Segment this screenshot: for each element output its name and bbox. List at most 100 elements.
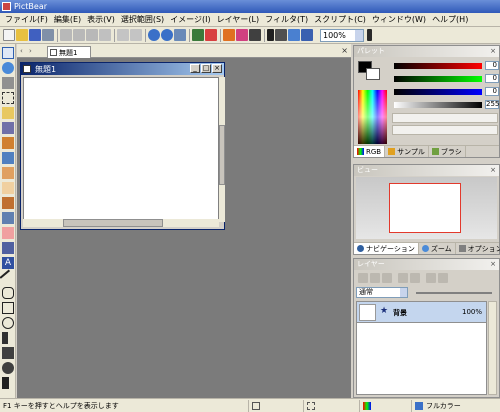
blue-value[interactable]: 0 [485, 87, 499, 96]
layout-a-icon[interactable] [267, 29, 274, 41]
curve-tool-icon[interactable] [2, 287, 14, 299]
layout-b-icon[interactable] [275, 29, 287, 41]
close-panel-icon[interactable]: × [490, 259, 496, 270]
save-icon[interactable] [29, 29, 41, 41]
tab-sample[interactable]: サンプル [385, 146, 429, 157]
menu-file[interactable]: ファイル(F) [2, 14, 51, 25]
blend-mode-select[interactable]: 通常 [356, 287, 408, 298]
tab-rgb[interactable]: RGB [354, 146, 386, 157]
zoom-tool-icon[interactable] [2, 62, 14, 74]
zoom-out-icon[interactable] [161, 29, 173, 41]
brush-tool-icon[interactable] [2, 167, 14, 179]
horizontal-scroll-thumb[interactable] [63, 219, 163, 227]
palette-toggle-icon[interactable] [223, 29, 235, 41]
tab-navigation[interactable]: ナビゲーション [354, 243, 419, 254]
blue-slider[interactable] [394, 89, 482, 95]
close-button[interactable]: × [212, 64, 222, 73]
tab-untitled1[interactable]: 無題1 [47, 46, 91, 58]
copy-layer-icon[interactable] [370, 273, 380, 283]
navigator-toggle-icon[interactable] [249, 29, 261, 41]
eraser-tool-icon[interactable] [2, 227, 14, 239]
airbrush-tool-icon[interactable] [2, 152, 14, 164]
line-tool-icon[interactable] [0, 269, 17, 287]
green-value[interactable]: 0 [485, 74, 499, 83]
background-color[interactable] [366, 68, 380, 80]
alpha-value[interactable]: 255 [485, 100, 499, 109]
color-icon[interactable] [205, 29, 217, 41]
smudge-tool-icon[interactable] [2, 197, 14, 209]
filled-rect-icon[interactable] [2, 347, 14, 359]
filled-ellipse-icon[interactable] [2, 362, 14, 374]
palette-row-2[interactable] [392, 125, 498, 135]
opacity-slider[interactable] [416, 292, 492, 294]
palette-row-1[interactable] [392, 113, 498, 123]
green-slider[interactable] [394, 76, 482, 82]
new-file-icon[interactable] [3, 29, 15, 41]
close-panel-icon[interactable]: × [490, 165, 496, 176]
menu-edit[interactable]: 編集(E) [51, 14, 84, 25]
layer-down-icon[interactable] [410, 273, 420, 283]
image-canvas[interactable] [23, 77, 219, 222]
tab-options[interactable]: オプション [456, 243, 500, 254]
maximize-button[interactable]: □ [201, 64, 211, 73]
layer-scrollbar[interactable] [488, 301, 497, 395]
redo-icon[interactable] [130, 29, 142, 41]
fill-tool-icon[interactable] [2, 242, 14, 254]
dropper-tool-icon[interactable] [2, 212, 14, 224]
menu-filter[interactable]: フィルタ(T) [262, 14, 311, 25]
tab-right-icon[interactable]: › [29, 47, 32, 55]
zoom-select[interactable]: 100% [320, 28, 364, 42]
menu-script[interactable]: スクリプト(C) [311, 14, 369, 25]
filled-polygon-icon[interactable] [2, 377, 9, 389]
vertical-scrollbar[interactable] [219, 77, 225, 222]
text-tool-icon[interactable]: A [2, 257, 14, 269]
vertical-scroll-thumb[interactable] [219, 125, 225, 185]
fit-window-icon[interactable] [174, 29, 186, 41]
magic-wand-icon[interactable] [2, 122, 14, 134]
menu-image[interactable]: イメージ(I) [167, 14, 213, 25]
zoom-in-icon[interactable] [148, 29, 160, 41]
delete-layer-icon[interactable] [382, 273, 392, 283]
open-folder-icon[interactable] [16, 29, 28, 41]
menu-layer[interactable]: レイヤー(L) [214, 14, 262, 25]
brush-toggle-icon[interactable] [236, 29, 248, 41]
new-layer-icon[interactable] [358, 273, 368, 283]
select-tool-icon[interactable] [2, 47, 14, 59]
delete-icon[interactable] [99, 29, 111, 41]
layer-props-icon[interactable] [438, 273, 448, 283]
layer-row[interactable]: ★ 背景 100% [356, 301, 487, 323]
rect-select-icon[interactable] [2, 92, 14, 104]
copy-icon[interactable] [73, 29, 85, 41]
red-slider[interactable] [394, 63, 482, 69]
undo-icon[interactable] [117, 29, 129, 41]
navigator-frame[interactable] [389, 183, 461, 233]
minimize-button[interactable]: _ [190, 64, 200, 73]
rectangle-tool-icon[interactable] [2, 302, 14, 314]
document-titlebar[interactable]: 無題1 _ □ × [21, 63, 224, 75]
tab-brush[interactable]: ブラシ [429, 146, 466, 157]
menu-help[interactable]: ヘルプ(H) [429, 14, 471, 25]
image-icon[interactable] [192, 29, 204, 41]
toolbar-handle-icon[interactable] [367, 29, 372, 41]
color-swatches[interactable] [358, 61, 382, 81]
ellipse-tool-icon[interactable] [2, 317, 14, 329]
paste-icon[interactable] [86, 29, 98, 41]
polygon-tool-icon[interactable] [2, 332, 8, 344]
lasso-tool-icon[interactable] [2, 107, 14, 119]
hand-tool-icon[interactable] [2, 182, 14, 194]
color-spectrum[interactable] [358, 90, 387, 144]
tab-zoom[interactable]: ズーム [419, 243, 456, 254]
close-tab-icon[interactable]: × [341, 46, 348, 55]
layout-d-icon[interactable] [301, 29, 313, 41]
merge-layer-icon[interactable] [426, 273, 436, 283]
layer-up-icon[interactable] [398, 273, 408, 283]
alpha-slider[interactable] [394, 102, 482, 108]
close-panel-icon[interactable]: × [490, 46, 496, 57]
layout-c-icon[interactable] [288, 29, 300, 41]
tab-left-icon[interactable]: ‹ [20, 47, 23, 55]
pencil-tool-icon[interactable] [2, 137, 14, 149]
cut-icon[interactable] [60, 29, 72, 41]
star-icon[interactable]: ★ [380, 306, 388, 316]
menu-window[interactable]: ウィンドウ(W) [369, 14, 429, 25]
print-icon[interactable] [42, 29, 54, 41]
